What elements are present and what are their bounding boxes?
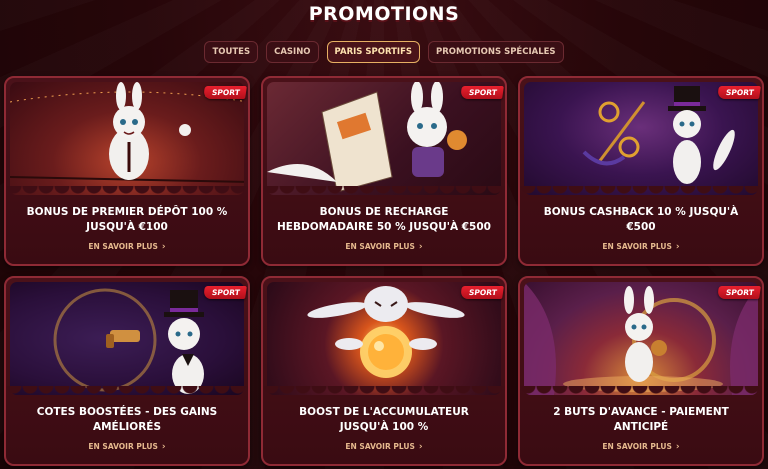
tab-promotions-speciales[interactable]: PROMOTIONS SPÉCIALES [428,41,564,63]
promo-image [10,282,244,395]
learn-more-label: EN SAVOIR PLUS [345,242,415,251]
bunny-magician-illustration [582,86,735,184]
learn-more-label: EN SAVOIR PLUS [602,242,672,251]
promo-card-cashback[interactable]: SPORT BONUS CASHBACK 10 % JUSQU'À €500 E… [518,76,764,266]
card-divider [520,186,762,200]
chevron-right-icon: › [675,242,680,252]
chevron-right-icon: › [418,242,423,252]
tab-toutes[interactable]: TOUTES [204,41,259,63]
card-divider [6,186,248,200]
tab-paris-sportifs[interactable]: PARIS SPORTIFS [326,41,420,63]
promo-title: COTES BOOSTÉES - DES GAINS AMÉLIORÉS [36,406,218,433]
promo-title: BOOST DE L'ACCUMULATEUR JUSQU'À 100 % [299,406,469,433]
promo-title: 2 BUTS D'AVANCE - PAIEMENT ANTICIPÉ [553,406,729,433]
promotions-grid: SPORT BONUS DE PREMIER DÉPÔT 100 % JUSQU… [4,76,766,469]
card-divider [6,386,248,400]
promo-image [267,82,501,195]
bunny-stage-illustration [524,282,758,395]
learn-more-label: EN SAVOIR PLUS [88,242,158,251]
bunny-gunslinger-illustration [53,288,204,394]
sport-badge: SPORT [460,286,504,299]
promo-card-first-deposit[interactable]: SPORT BONUS DE PREMIER DÉPÔT 100 % JUSQU… [4,76,250,266]
sport-badge: SPORT [717,86,761,99]
learn-more-link[interactable]: EN SAVOIR PLUS › [6,442,248,452]
promo-title: BONUS DE PREMIER DÉPÔT 100 % JUSQU'À €10… [26,206,228,233]
promo-card-weekly-reload[interactable]: SPORT BONUS DE RECHARGE HEBDOMADAIRE 50 … [261,76,507,266]
card-divider [263,186,505,200]
bunny-fireball-illustration [307,286,465,378]
learn-more-link[interactable]: EN SAVOIR PLUS › [6,242,248,252]
promo-card-boosted-odds[interactable]: SPORT COTES BOOSTÉES - DES GAINS AMÉLIOR… [4,276,250,466]
learn-more-link[interactable]: EN SAVOIR PLUS › [520,442,762,452]
chevron-right-icon: › [161,442,166,452]
learn-more-link[interactable]: EN SAVOIR PLUS › [263,442,505,452]
tab-casino[interactable]: CASINO [266,41,319,63]
promo-card-accumulator-boost[interactable]: SPORT BOOST DE L'ACCUMULATEUR JUSQU'À 10… [261,276,507,466]
promo-card-two-goals-ahead[interactable]: SPORT 2 BUTS D'AVANCE - PAIEMENT ANTICIP… [518,276,764,466]
learn-more-label: EN SAVOIR PLUS [345,442,415,451]
filter-tabs: TOUTES CASINO PARIS SPORTIFS PROMOTIONS … [0,41,768,63]
learn-more-label: EN SAVOIR PLUS [602,442,672,451]
promo-title: BONUS CASHBACK 10 % JUSQU'À €500 [543,206,739,233]
card-divider [520,386,762,400]
promo-image [10,82,244,195]
chevron-right-icon: › [675,442,680,452]
sport-badge: SPORT [717,286,761,299]
learn-more-link[interactable]: EN SAVOIR PLUS › [263,242,505,252]
bunny-newspaper-illustration [267,82,467,193]
sport-badge: SPORT [203,86,247,99]
sport-badge: SPORT [460,86,504,99]
sport-badge: SPORT [203,286,247,299]
promo-image [267,282,501,395]
learn-more-link[interactable]: EN SAVOIR PLUS › [520,242,762,252]
promo-title: BONUS DE RECHARGE HEBDOMADAIRE 50 % JUSQ… [277,206,491,233]
page-title: PROMOTIONS [308,3,460,25]
promo-image [524,282,758,395]
card-divider [263,386,505,400]
chevron-right-icon: › [418,442,423,452]
learn-more-label: EN SAVOIR PLUS [88,442,158,451]
promo-image [524,82,758,195]
chevron-right-icon: › [161,242,166,252]
bunny-tightrope-illustration [10,82,244,183]
